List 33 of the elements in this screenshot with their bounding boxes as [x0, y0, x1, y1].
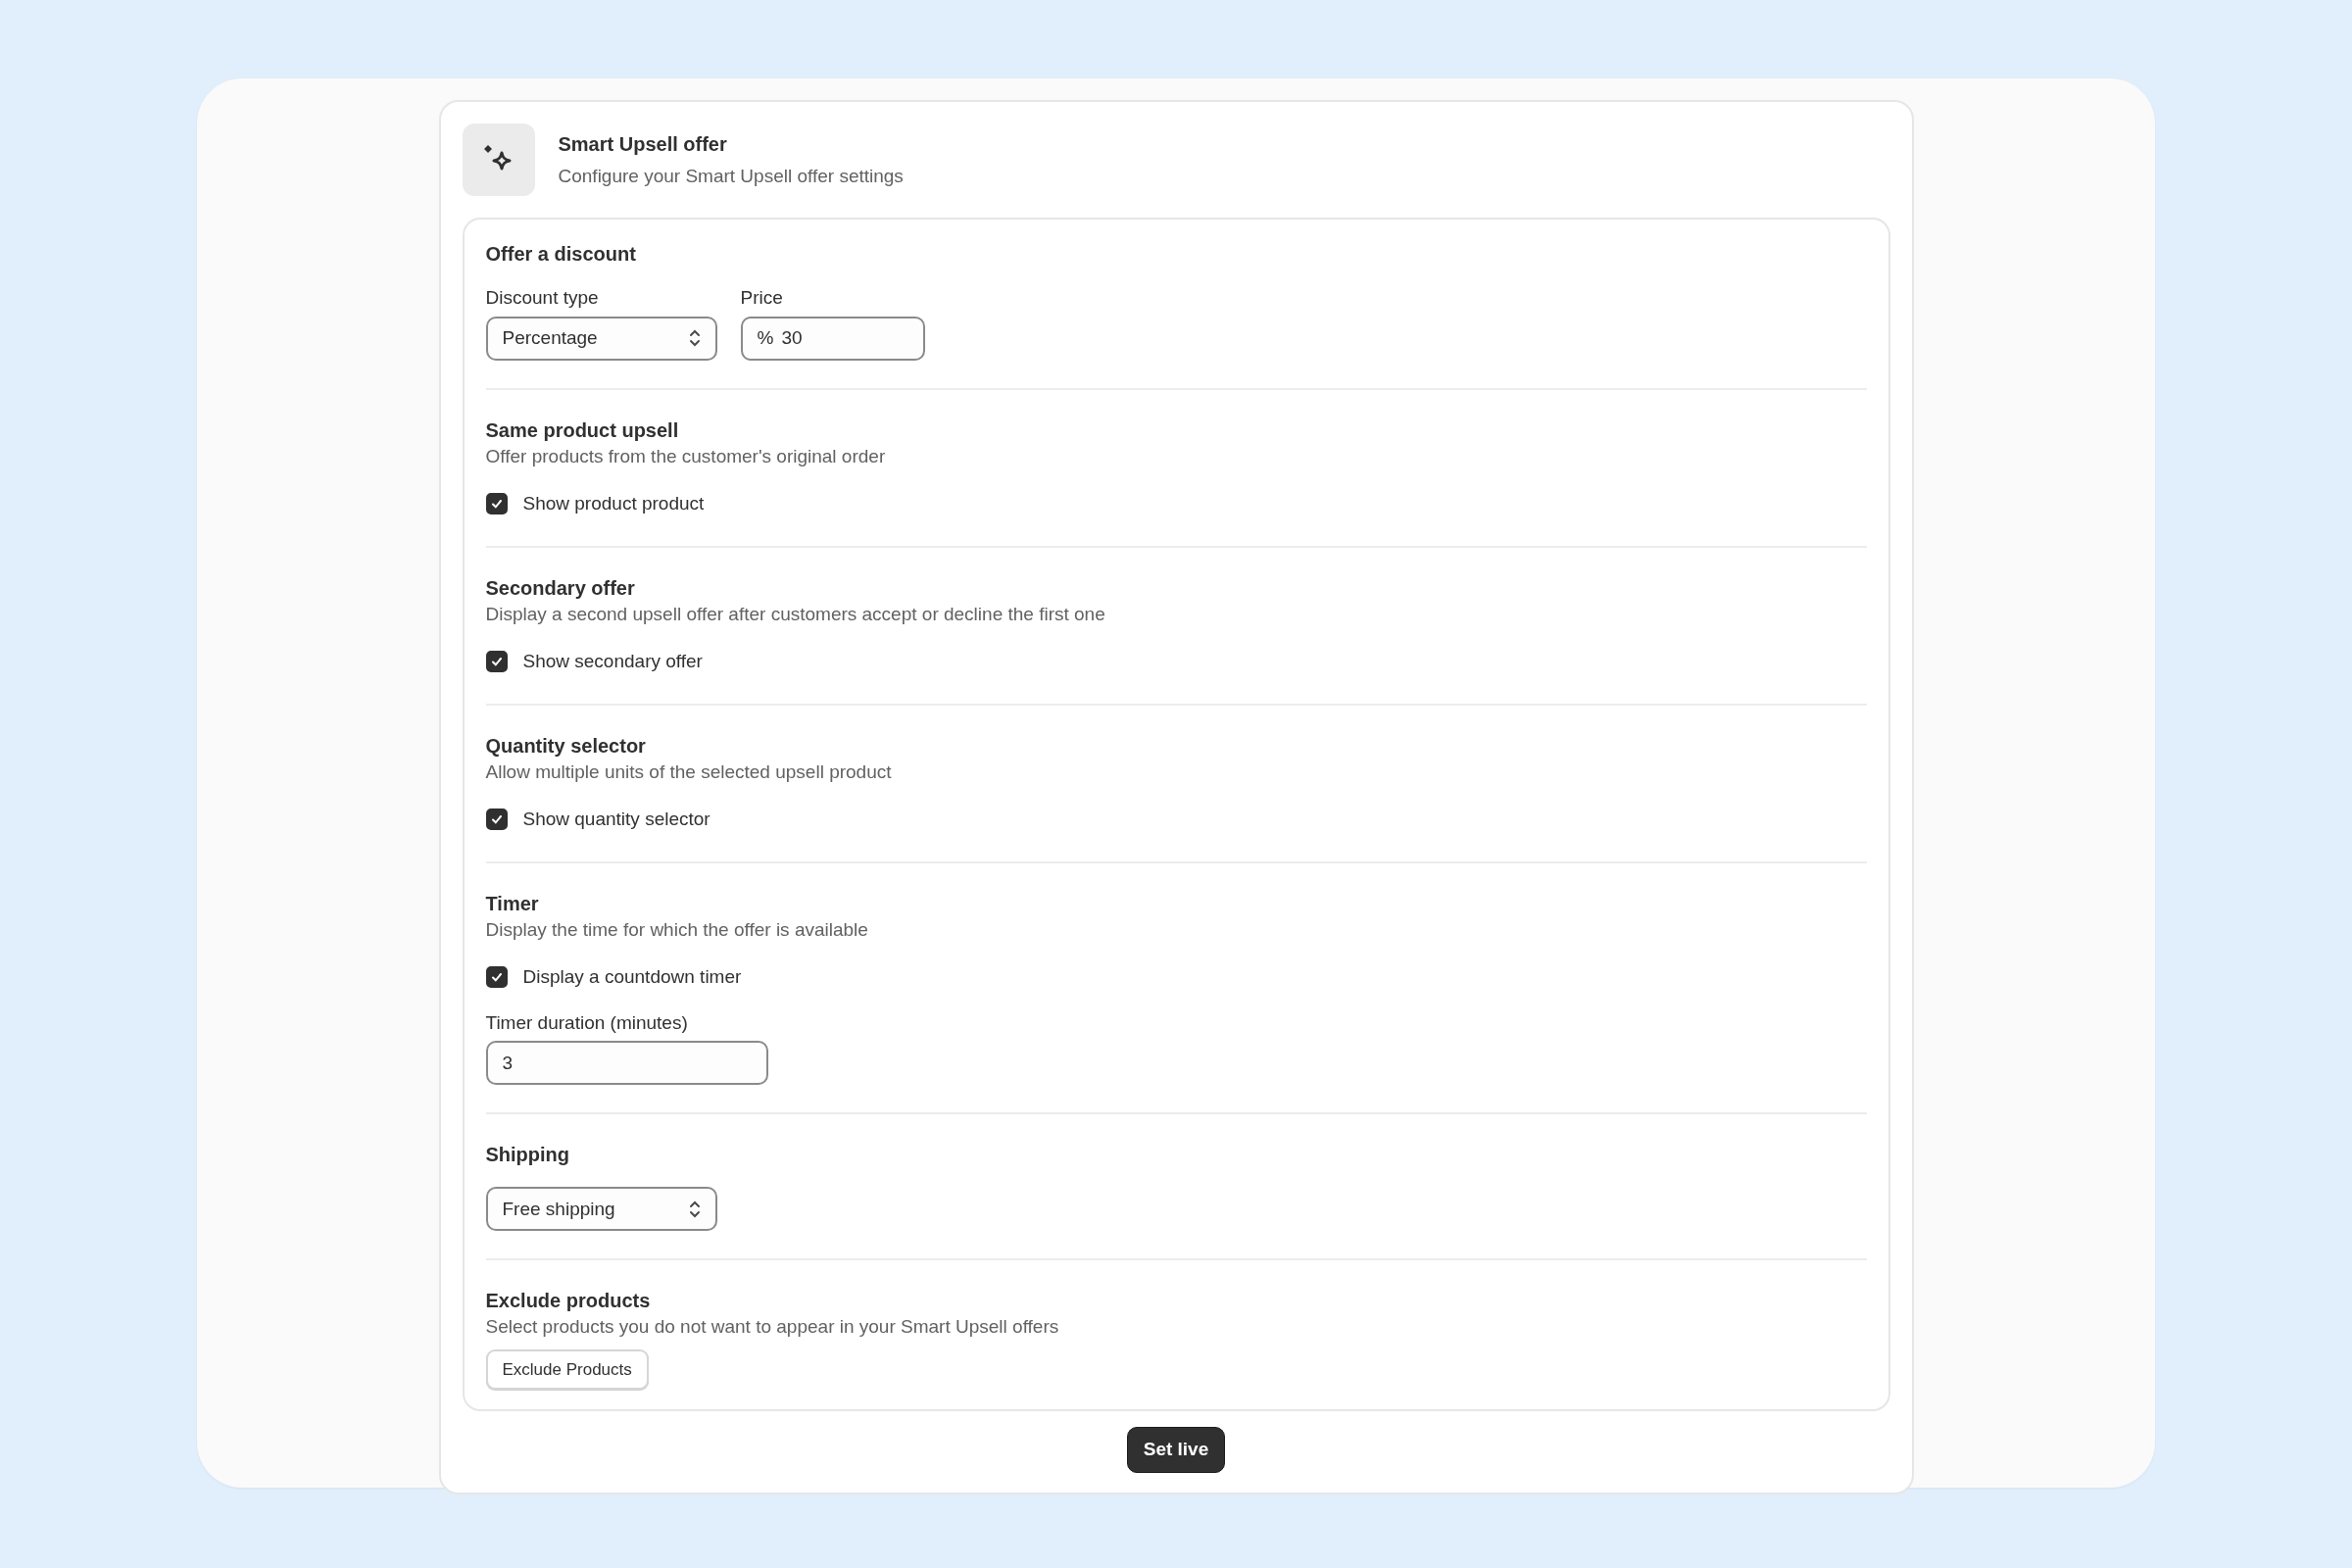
section-description: Select products you do not want to appear in your Smart Upsell offers	[485, 1315, 1060, 1340]
field-label: Price	[740, 286, 784, 310]
section-title: Shipping	[485, 1143, 571, 1168]
section-title: Offer a discount	[485, 242, 637, 267]
chevron-updown-icon	[688, 328, 701, 349]
section-description: Display the time for which the offer is available	[485, 917, 869, 942]
checkbox[interactable]	[485, 651, 508, 673]
checkbox-label[interactable]: Show quantity selector	[522, 806, 710, 834]
checkbox[interactable]	[485, 966, 508, 989]
section-title: Exclude products	[485, 1289, 652, 1314]
input-field[interactable]: 3	[485, 1041, 768, 1086]
section-title: Timer	[485, 891, 540, 916]
section-title: Same product upsell	[485, 417, 680, 443]
section-description: Allow multiple units of the selected upsell product	[485, 760, 893, 784]
checkbox-label[interactable]: Show secondary offer	[522, 648, 703, 676]
section-title: Secondary offer	[485, 575, 636, 601]
field-label: Discount type	[485, 286, 600, 310]
set-live-button[interactable]: Set live	[1126, 1427, 1226, 1473]
select-field[interactable]: Free shipping	[485, 1187, 717, 1232]
checkbox-label[interactable]: Display a countdown timer	[522, 963, 742, 992]
section-description: Offer products from the customer's original order	[485, 444, 887, 468]
panel-title: Smart Upsell offer	[558, 131, 728, 157]
input-field[interactable]: % 30	[740, 316, 925, 361]
section-title: Quantity selector	[485, 733, 647, 759]
panel-subtitle: Configure your Smart Upsell offer settings	[558, 164, 904, 188]
exclude-products-button[interactable]: Exclude Products	[485, 1348, 649, 1391]
checkbox-label[interactable]: Show product product	[522, 490, 705, 518]
checkbox[interactable]	[485, 493, 508, 515]
section-description: Display a second upsell offer after customers accept or decline the first one	[485, 602, 1106, 626]
chevron-updown-icon	[688, 1199, 701, 1219]
checkbox[interactable]	[485, 808, 508, 831]
select-field[interactable]: Percentage	[485, 316, 717, 361]
field-label: Timer duration (minutes)	[485, 1010, 689, 1035]
